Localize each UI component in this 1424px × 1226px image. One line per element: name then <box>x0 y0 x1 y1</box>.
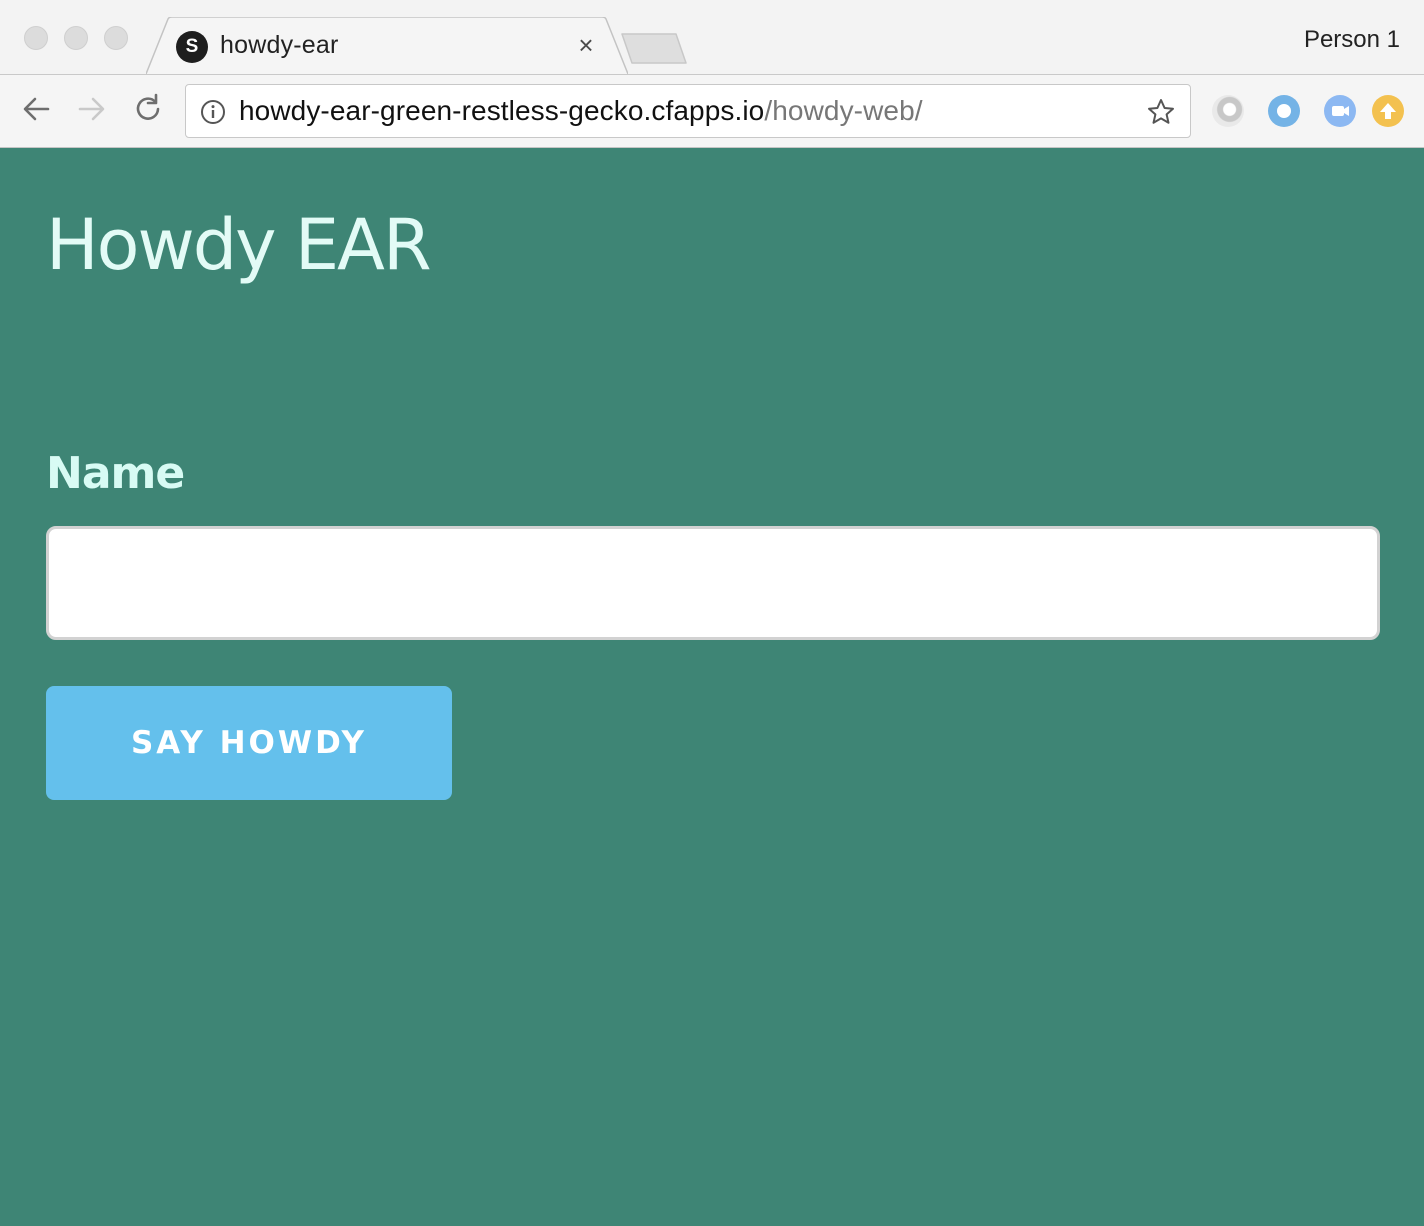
video-camera-icon <box>1332 106 1349 116</box>
reload-icon <box>136 93 160 120</box>
reload-button[interactable] <box>130 91 166 127</box>
bookmark-star-icon[interactable] <box>1146 97 1176 127</box>
address-bar[interactable]: howdy-ear-green-restless-gecko.cfapps.io… <box>185 84 1191 138</box>
url-text[interactable]: howdy-ear-green-restless-gecko.cfapps.io… <box>239 95 923 127</box>
browser-tab[interactable]: S howdy-ear × <box>146 17 628 75</box>
upload-arrow-icon <box>1380 103 1396 119</box>
browser-chrome: S howdy-ear × Person 1 howdy-ear-green-r… <box>0 0 1424 148</box>
url-path: /howdy-web/ <box>764 95 923 126</box>
tab-close-icon[interactable]: × <box>574 30 598 60</box>
window-close-button[interactable] <box>24 26 48 50</box>
name-label: Name <box>46 448 185 499</box>
extension-upload-icon[interactable] <box>1372 95 1404 127</box>
tab-favicon-icon: S <box>176 31 208 63</box>
window-zoom-button[interactable] <box>104 26 128 50</box>
title-bar: S howdy-ear × Person 1 <box>0 0 1424 75</box>
profile-name[interactable]: Person 1 <box>1304 26 1400 54</box>
window-minimize-button[interactable] <box>64 26 88 50</box>
extension-gray-icon[interactable] <box>1212 95 1244 127</box>
tab-title: howdy-ear <box>220 31 339 59</box>
extension-video-icon[interactable] <box>1324 95 1356 127</box>
back-arrow-icon <box>23 97 50 121</box>
forward-arrow-icon <box>78 97 105 121</box>
url-host: howdy-ear-green-restless-gecko.cfapps.io <box>239 95 765 126</box>
forward-button[interactable] <box>74 91 110 127</box>
back-button[interactable] <box>18 91 54 127</box>
site-info-icon[interactable] <box>200 99 226 125</box>
page-title: Howdy EAR <box>46 204 432 286</box>
browser-toolbar: howdy-ear-green-restless-gecko.cfapps.io… <box>0 74 1424 148</box>
new-tab-button[interactable] <box>620 32 688 66</box>
page-content: Howdy EAR Name SAY HOWDY <box>0 148 1424 1226</box>
name-input[interactable] <box>46 526 1380 640</box>
extension-blue-ring-icon[interactable] <box>1268 95 1300 127</box>
say-howdy-button[interactable]: SAY HOWDY <box>46 686 452 800</box>
tab-shape <box>146 17 628 75</box>
